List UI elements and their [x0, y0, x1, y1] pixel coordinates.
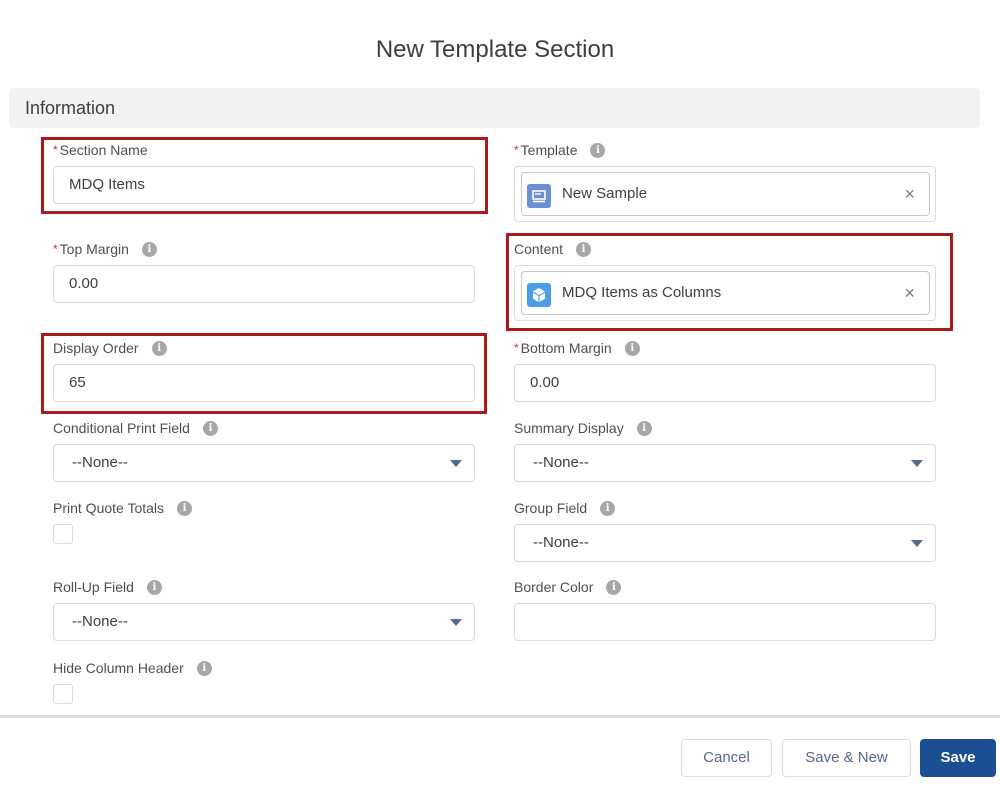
top-margin-label: Top Margin [59, 241, 129, 257]
section-name-field: * Section Name MDQ Items [53, 140, 475, 204]
chevron-down-icon [450, 619, 462, 626]
hide-column-header-label: Hide Column Header [53, 660, 184, 676]
content-field: Content i MDQ Items as Columns × [514, 239, 936, 321]
required-marker: * [514, 341, 519, 355]
content-cube-icon [527, 283, 551, 307]
display-order-label: Display Order [53, 340, 139, 356]
info-icon[interactable]: i [141, 241, 157, 257]
template-pill[interactable]: New Sample × [521, 172, 930, 216]
section-name-input[interactable]: MDQ Items [53, 166, 475, 204]
clear-template-icon[interactable]: × [904, 173, 915, 215]
required-marker: * [514, 143, 519, 157]
content-label: Content [514, 241, 564, 257]
footer-divider [0, 715, 1000, 718]
roll-up-field-value: --None-- [72, 613, 128, 630]
chevron-down-icon [450, 460, 462, 467]
info-icon[interactable]: i [576, 241, 592, 257]
conditional-print-select[interactable]: --None-- [53, 444, 475, 482]
info-icon[interactable]: i [177, 500, 193, 516]
content-lookup[interactable]: MDQ Items as Columns × [514, 265, 936, 321]
hide-column-header-field: Hide Column Header i [53, 658, 475, 704]
print-quote-totals-checkbox[interactable] [53, 524, 73, 544]
display-order-field: Display Order i 65 [53, 338, 475, 402]
info-icon[interactable]: i [600, 500, 616, 516]
summary-display-label: Summary Display [514, 420, 624, 436]
top-margin-input[interactable]: 0.00 [53, 265, 475, 303]
summary-display-field: Summary Display i --None-- [514, 418, 936, 482]
content-value: MDQ Items as Columns [562, 284, 722, 301]
info-icon[interactable]: i [606, 579, 622, 595]
hide-column-header-checkbox[interactable] [53, 684, 73, 704]
display-order-input[interactable]: 65 [53, 364, 475, 402]
group-field-value: --None-- [533, 534, 589, 551]
chevron-down-icon [911, 460, 923, 467]
bottom-margin-label: Bottom Margin [520, 340, 612, 356]
save-and-new-button[interactable]: Save & New [782, 739, 911, 777]
roll-up-field-select[interactable]: --None-- [53, 603, 475, 641]
conditional-print-field: Conditional Print Field i --None-- [53, 418, 475, 482]
clear-content-icon[interactable]: × [904, 272, 915, 314]
info-icon[interactable]: i [202, 420, 218, 436]
border-color-label: Border Color [514, 579, 594, 595]
summary-display-value: --None-- [533, 454, 589, 471]
border-color-input[interactable] [514, 603, 936, 641]
info-icon[interactable]: i [636, 420, 652, 436]
group-field: Group Field i --None-- [514, 498, 936, 562]
save-button[interactable]: Save [920, 739, 996, 777]
required-marker: * [53, 242, 58, 256]
border-color-field: Border Color i [514, 577, 936, 641]
bottom-margin-input[interactable]: 0.00 [514, 364, 936, 402]
bottom-margin-field: * Bottom Margin i 0.00 [514, 338, 936, 402]
template-field: * Template i New Sample × [514, 140, 936, 222]
print-quote-totals-field: Print Quote Totals i [53, 498, 475, 544]
section-name-label: Section Name [59, 142, 148, 158]
group-field-select[interactable]: --None-- [514, 524, 936, 562]
conditional-print-value: --None-- [72, 454, 128, 471]
required-marker: * [53, 143, 58, 157]
conditional-print-label: Conditional Print Field [53, 420, 190, 436]
template-icon [527, 184, 551, 208]
roll-up-field-label: Roll-Up Field [53, 579, 134, 595]
chevron-down-icon [911, 540, 923, 547]
info-icon[interactable]: i [624, 340, 640, 356]
info-icon[interactable]: i [590, 142, 606, 158]
template-label: Template [520, 142, 578, 158]
cancel-button[interactable]: Cancel [681, 739, 772, 777]
modal-title: New Template Section [375, 36, 615, 63]
template-value: New Sample [562, 185, 648, 202]
top-margin-field: * Top Margin i 0.00 [53, 239, 475, 303]
content-pill[interactable]: MDQ Items as Columns × [521, 271, 930, 315]
info-icon[interactable]: i [146, 579, 162, 595]
section-header-information[interactable]: Information [9, 88, 980, 128]
roll-up-field: Roll-Up Field i --None-- [53, 577, 475, 641]
info-icon[interactable]: i [151, 340, 167, 356]
summary-display-select[interactable]: --None-- [514, 444, 936, 482]
info-icon[interactable]: i [196, 660, 212, 676]
print-quote-totals-label: Print Quote Totals [53, 500, 165, 516]
template-lookup[interactable]: New Sample × [514, 166, 936, 222]
group-field-label: Group Field [514, 500, 588, 516]
